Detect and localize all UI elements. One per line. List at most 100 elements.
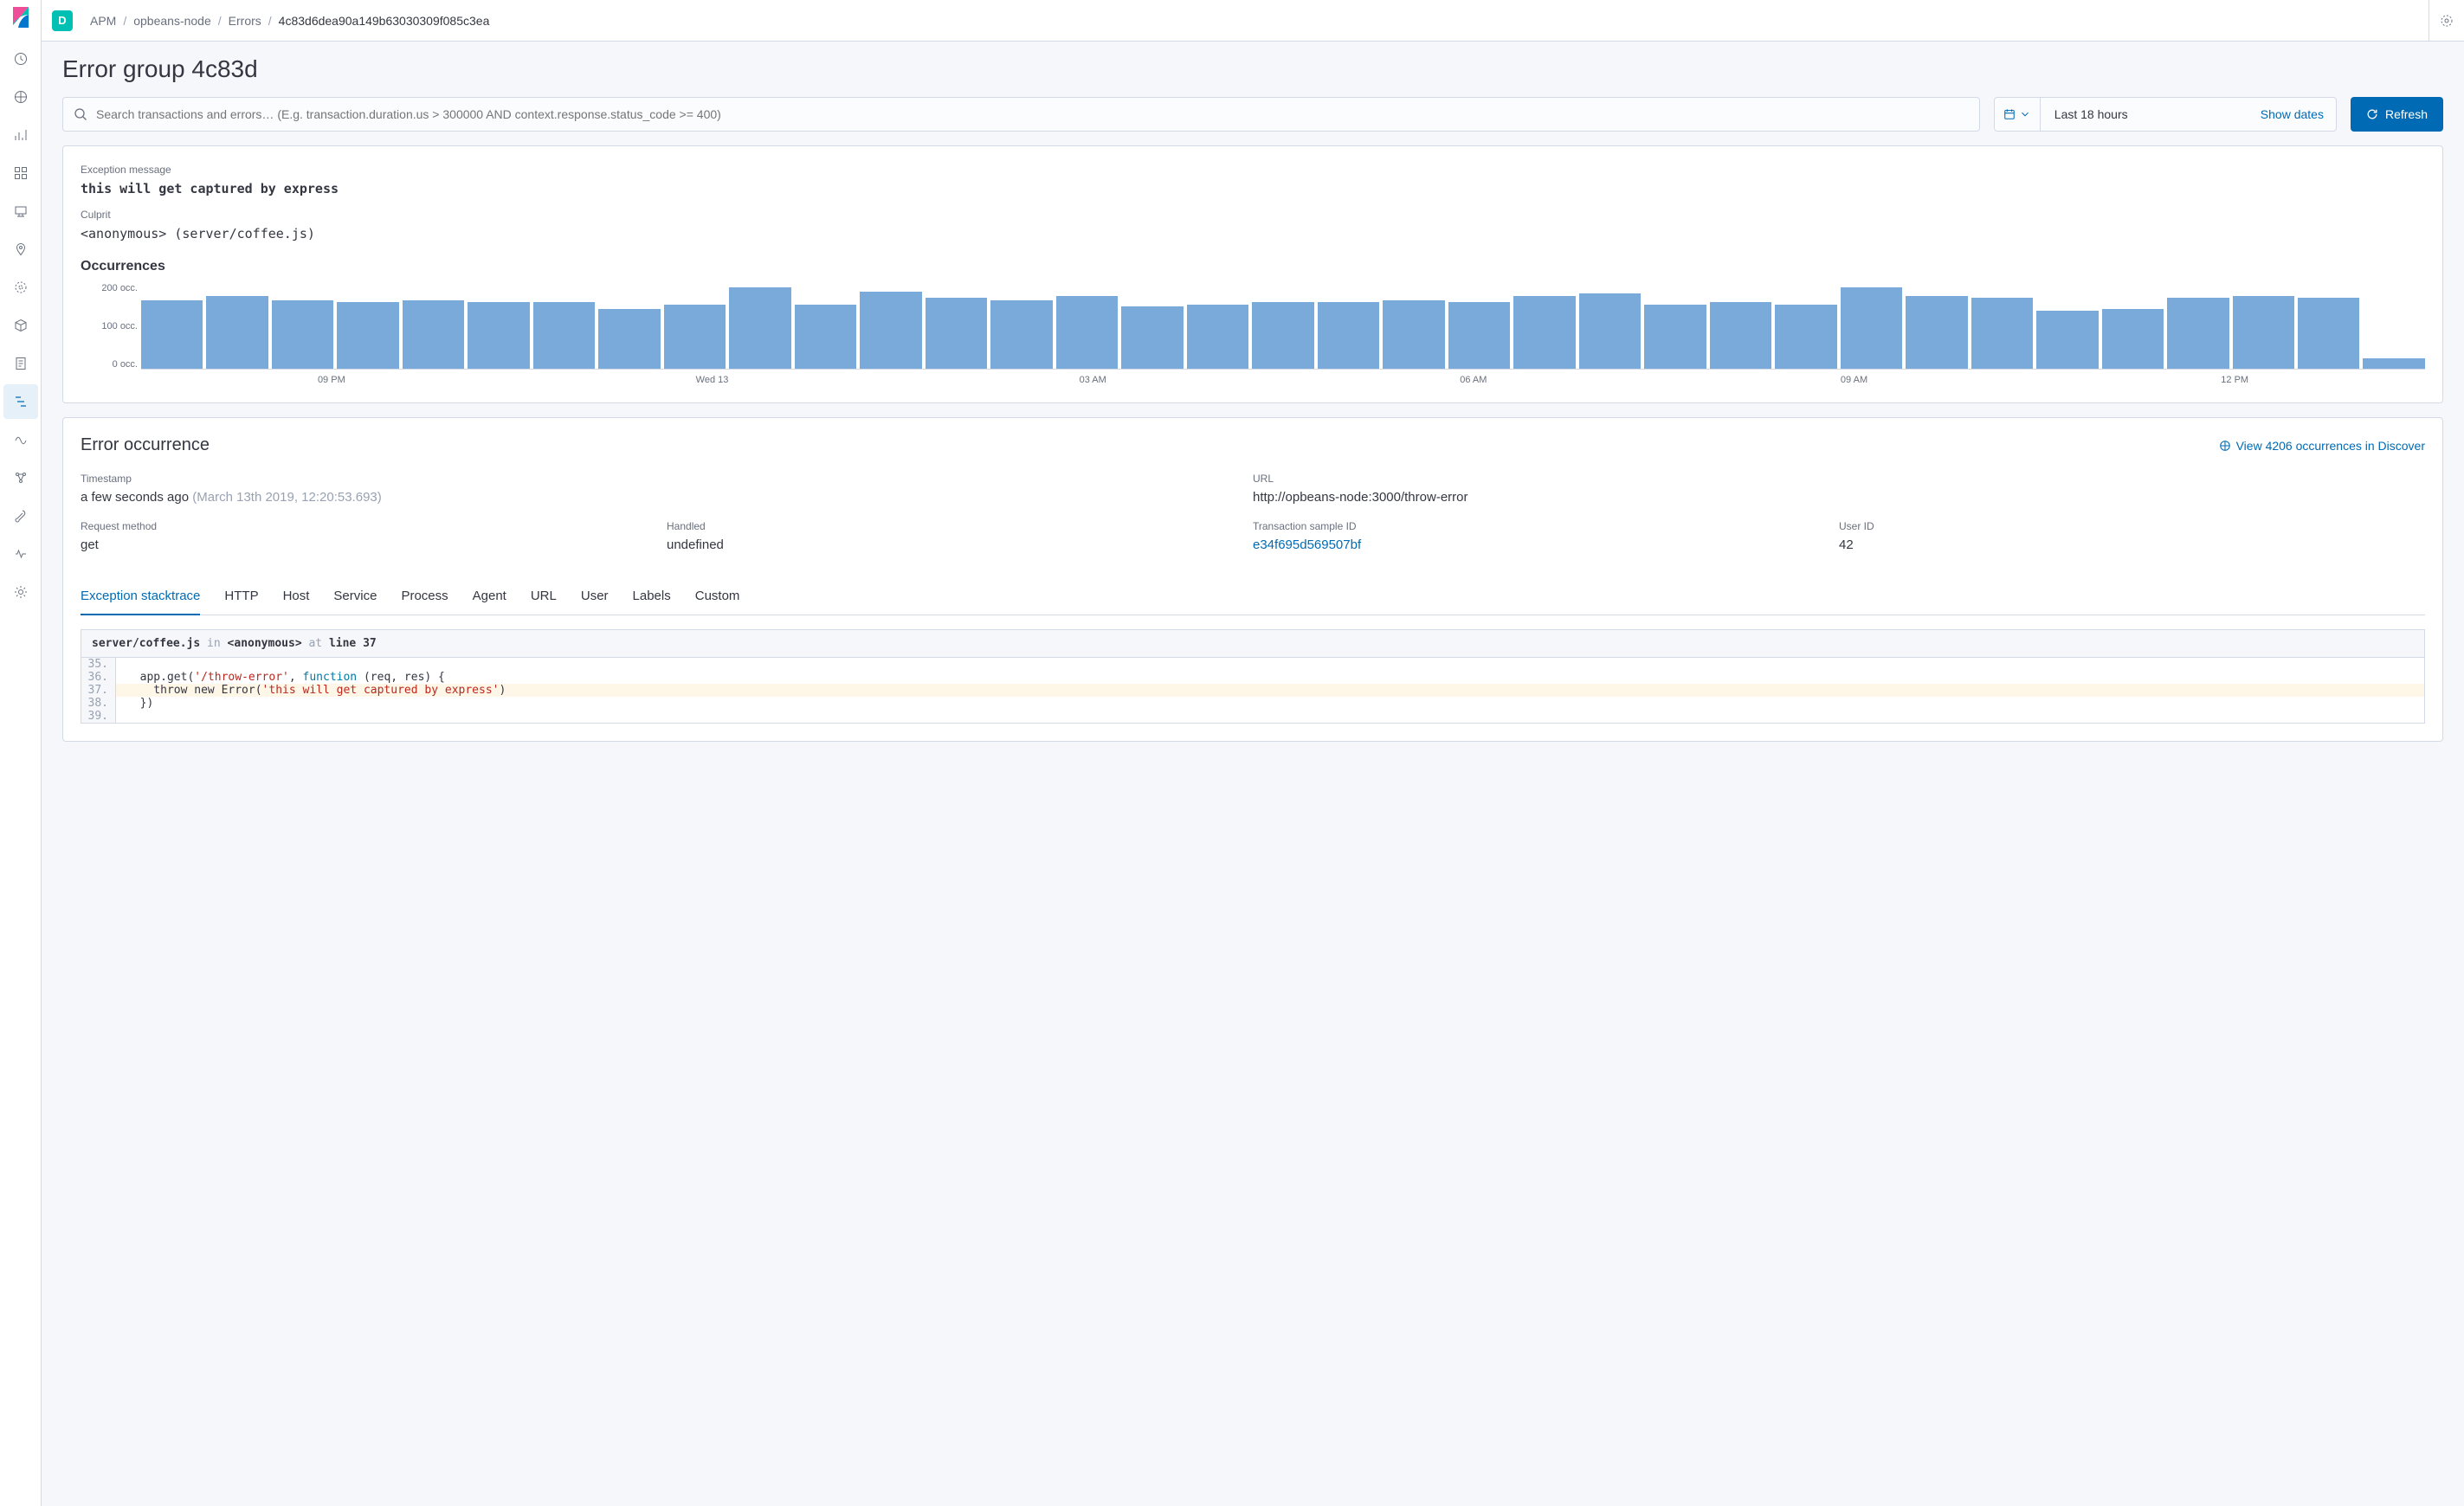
search-field[interactable] [96, 107, 1969, 121]
chart-bar[interactable] [990, 300, 1052, 369]
exception-message-value: this will get captured by express [81, 181, 2425, 196]
chart-bar[interactable] [1710, 302, 1771, 369]
nav-siem-icon[interactable] [3, 460, 38, 495]
chart-bar[interactable] [533, 302, 595, 369]
tab-user[interactable]: User [581, 580, 609, 615]
user-id-value: 42 [1839, 537, 2425, 552]
chart-bar[interactable] [729, 287, 790, 369]
tab-exception-stacktrace[interactable]: Exception stacktrace [81, 580, 200, 615]
nav-management-icon[interactable] [3, 575, 38, 609]
refresh-button[interactable]: Refresh [2351, 97, 2443, 132]
url-label: URL [1253, 473, 2425, 485]
code-line: 36. app.get('/throw-error', function (re… [81, 671, 2424, 684]
tab-url[interactable]: URL [531, 580, 557, 615]
chart-bar[interactable] [403, 300, 464, 369]
nav-discover-icon[interactable] [3, 80, 38, 114]
chart-bar[interactable] [1579, 293, 1641, 369]
timestamp-value: a few seconds ago (March 13th 2019, 12:2… [81, 490, 1253, 505]
tab-service[interactable]: Service [333, 580, 377, 615]
space-selector[interactable]: D [52, 10, 73, 31]
nav-ml-icon[interactable] [3, 270, 38, 305]
stack-frame-header[interactable]: server/coffee.js in <anonymous> at line … [81, 629, 2425, 657]
breadcrumb-current: 4c83d6dea90a149b63030309f085c3ea [279, 14, 490, 28]
discover-link[interactable]: View 4206 occurrences in Discover [2219, 439, 2425, 453]
search-icon [74, 107, 87, 121]
nav-canvas-icon[interactable] [3, 194, 38, 228]
user-id-label: User ID [1839, 520, 2425, 532]
chart-bar[interactable] [795, 305, 856, 369]
chart-bar[interactable] [1841, 287, 1902, 369]
chart-bar[interactable] [1775, 305, 1836, 369]
chart-bar[interactable] [1056, 296, 1118, 369]
nav-monitoring-icon[interactable] [3, 537, 38, 571]
chart-bar[interactable] [337, 302, 398, 369]
chart-bar[interactable] [2233, 296, 2294, 369]
exception-panel: Exception message this will get captured… [62, 145, 2443, 403]
show-dates-link[interactable]: Show dates [2248, 98, 2336, 131]
chart-bar[interactable] [2167, 298, 2229, 369]
chart-bar[interactable] [1121, 306, 1183, 369]
nav-maps-icon[interactable] [3, 232, 38, 267]
date-picker: Last 18 hours Show dates [1994, 97, 2337, 132]
nav-infra-icon[interactable] [3, 308, 38, 343]
chart-bar[interactable] [926, 298, 987, 369]
tab-agent[interactable]: Agent [473, 580, 506, 615]
tab-custom[interactable]: Custom [695, 580, 740, 615]
chart-bar[interactable] [2363, 358, 2424, 369]
chart-bar[interactable] [272, 300, 333, 369]
tab-process[interactable]: Process [401, 580, 448, 615]
chart-bar[interactable] [1383, 300, 1444, 369]
chart-bar[interactable] [1513, 296, 1575, 369]
handled-value: undefined [667, 537, 1253, 552]
chart-bar[interactable] [2036, 311, 2098, 369]
kibana-logo[interactable] [10, 7, 31, 28]
chart-bar[interactable] [1971, 298, 2033, 369]
tab-labels[interactable]: Labels [633, 580, 671, 615]
breadcrumb-errors[interactable]: Errors [229, 14, 261, 28]
chart-bar[interactable] [2298, 298, 2359, 369]
occurrence-tabs: Exception stacktrace HTTP Host Service Proce… [81, 580, 2425, 615]
chart-bar[interactable] [1187, 305, 1248, 369]
chart-bar[interactable] [468, 302, 529, 369]
exception-message-label: Exception message [81, 164, 2425, 176]
refresh-icon [2366, 108, 2378, 120]
code-block: 35.36. app.get('/throw-error', function … [81, 657, 2425, 724]
chart-bar[interactable] [860, 292, 921, 369]
breadcrumb-service[interactable]: opbeans-node [133, 14, 211, 28]
chart-bar[interactable] [664, 305, 726, 369]
discover-icon [2219, 440, 2231, 452]
chart-bar[interactable] [1448, 302, 1510, 369]
chart-bar[interactable] [206, 296, 268, 369]
chart-bar[interactable] [141, 300, 203, 369]
chart-bar[interactable] [1318, 302, 1379, 369]
search-input[interactable] [62, 97, 1980, 132]
handled-label: Handled [667, 520, 1253, 532]
tab-host[interactable]: Host [283, 580, 310, 615]
nav-visualize-icon[interactable] [3, 118, 38, 152]
tab-http[interactable]: HTTP [224, 580, 258, 615]
txn-id-link[interactable]: e34f695d569507bf [1253, 537, 1839, 552]
nav-devtools-icon[interactable] [3, 499, 38, 533]
chart-bar[interactable] [598, 309, 660, 369]
chart-bar[interactable] [2102, 309, 2164, 369]
url-value: http://opbeans-node:3000/throw-error [1253, 490, 2425, 505]
header-bar: D APM / opbeans-node / Errors / 4c83d6de… [42, 0, 2464, 42]
chart-bar[interactable] [1252, 302, 1313, 369]
nav-recent-icon[interactable] [3, 42, 38, 76]
page-title: Error group 4c83d [62, 55, 2443, 83]
date-range-label[interactable]: Last 18 hours [2041, 98, 2248, 131]
nav-dashboard-icon[interactable] [3, 156, 38, 190]
occurrence-title: Error occurrence [81, 435, 210, 455]
chart-bar[interactable] [1644, 305, 1706, 369]
side-nav [0, 0, 42, 1506]
nav-logs-icon[interactable] [3, 346, 38, 381]
timestamp-label: Timestamp [81, 473, 1253, 485]
chart-bar[interactable] [1906, 296, 1967, 369]
calendar-button[interactable] [1995, 98, 2041, 131]
breadcrumb-apm[interactable]: APM [90, 14, 116, 28]
nav-uptime-icon[interactable] [3, 422, 38, 457]
code-line: 38. }) [81, 697, 2424, 710]
header-action-icon[interactable] [2429, 0, 2454, 41]
code-line: 35. [81, 658, 2424, 671]
nav-apm-icon[interactable] [3, 384, 38, 419]
